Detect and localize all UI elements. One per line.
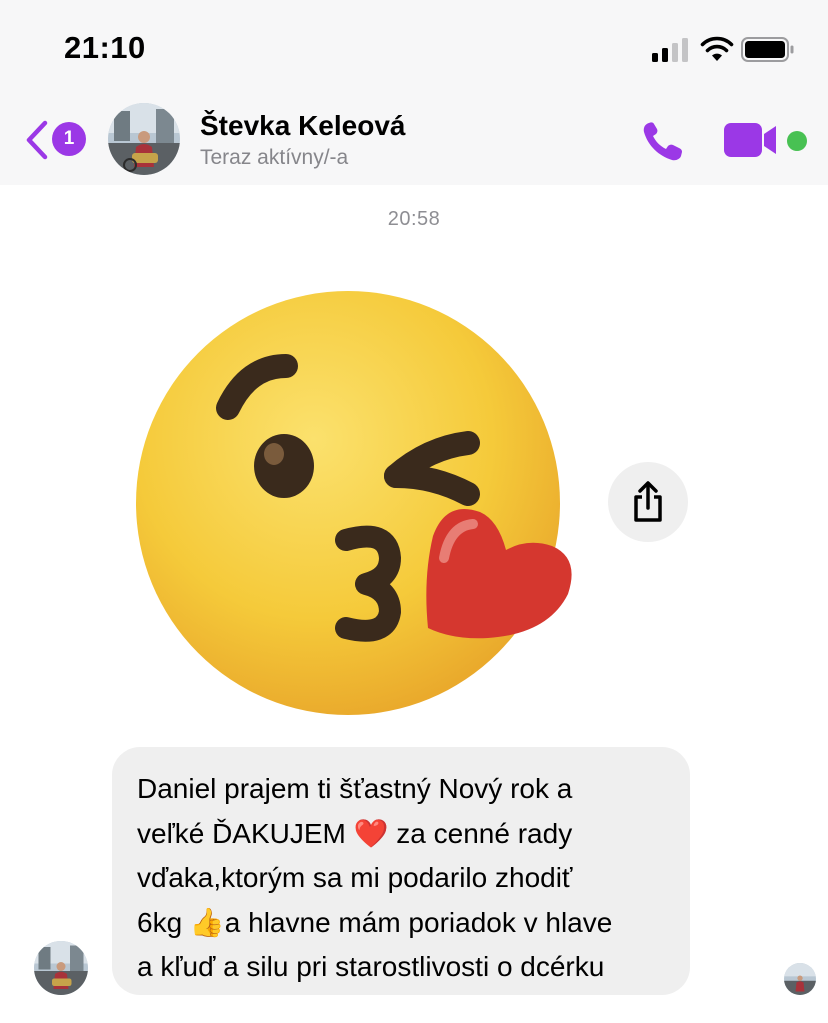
conversation-header: 1 Števka Keleová Teraz aktívny/-a [0, 95, 828, 185]
message-text-line: veľké ĎAKUJEM ❤️ za cenné rady [137, 817, 573, 849]
unread-badge: 1 [52, 122, 86, 156]
battery-icon [741, 37, 794, 62]
message-text-line: Daniel prajem ti šťastný Nový rok a [137, 773, 573, 804]
online-indicator [787, 131, 807, 151]
contact-name[interactable]: Števka Keleová [200, 110, 405, 142]
share-button[interactable] [608, 462, 688, 542]
contact-status: Teraz aktívny/-a [200, 146, 349, 169]
message-timestamp: 20:58 [387, 208, 441, 230]
seen-receipt-avatar [784, 963, 816, 995]
face-blowing-a-kiss-emoji[interactable] [128, 288, 578, 718]
chevron-left-icon [26, 120, 48, 160]
contact-avatar[interactable] [108, 103, 180, 175]
phone-icon[interactable] [640, 119, 688, 163]
sender-avatar[interactable] [34, 941, 88, 995]
video-camera-icon[interactable] [722, 121, 780, 159]
message-text-line: a kľuď a silu pri starostlivosti o dcérk… [137, 951, 605, 982]
status-time: 21:10 [64, 30, 146, 65]
message-text-line: 6kg 👍a hlavne mám poriadok v hlave [137, 906, 613, 938]
wifi-icon [700, 36, 734, 61]
back-button[interactable]: 1 [24, 119, 88, 161]
message-text-line: vďaka,ktorým sa mi podarilo zhodiť [137, 862, 573, 893]
message-bubble[interactable]: Daniel prajem ti šťastný Nový rok a veľk… [112, 747, 690, 995]
share-icon [634, 481, 662, 522]
status-bar: 21:10 [0, 0, 828, 95]
cellular-signal-icon [652, 38, 688, 62]
